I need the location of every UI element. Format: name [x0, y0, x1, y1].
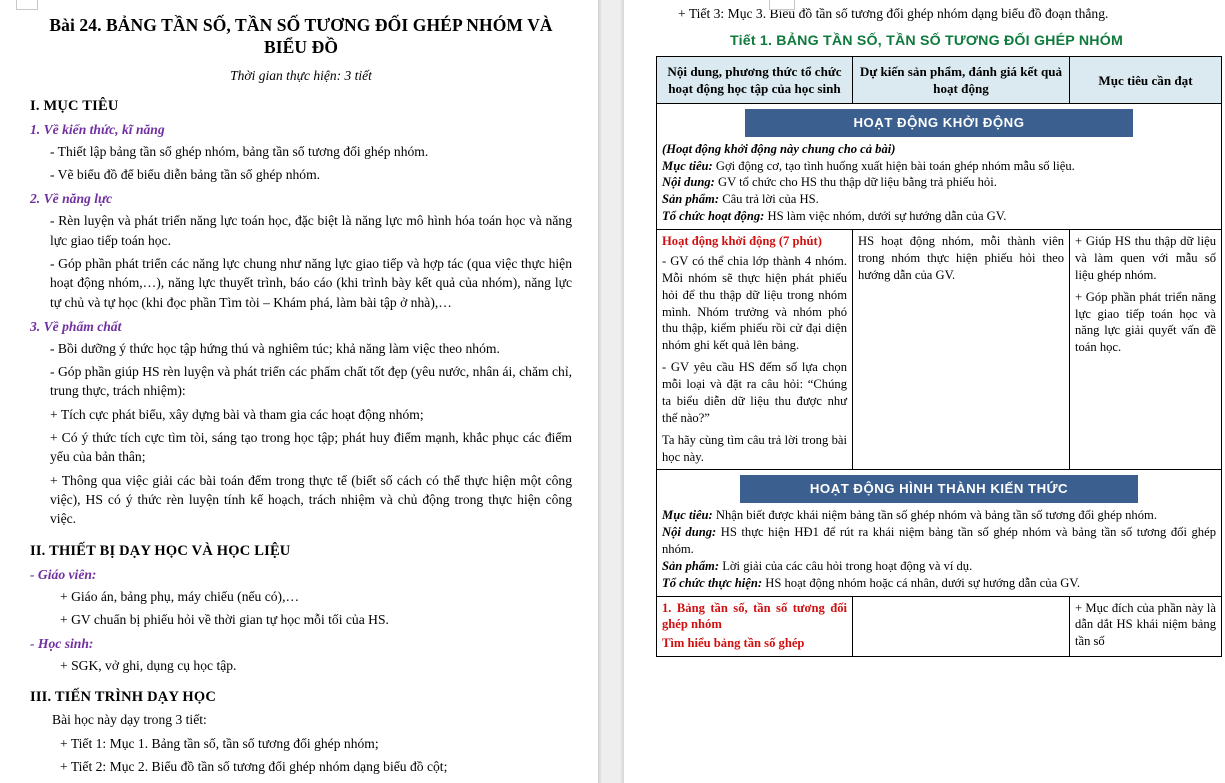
column-header-noi-dung: Nội dung, phương thức tổ chức hoạt động … — [656, 55, 853, 105]
text-paragraph: Ta hãy cùng tìm câu trả lời trong bài họ… — [662, 432, 847, 464]
cell-noi-dung: 1. Bảng tần số, tần số tương đối ghép nh… — [656, 595, 853, 658]
subheading-giao-vien: - Giáo viên: — [30, 566, 97, 582]
meta-text: GV tổ chức cho HS thu thập dữ liệu bằng … — [714, 175, 997, 190]
text-line: + Thông qua việc giải các bài toán đếm t… — [50, 472, 572, 527]
meta-label: Sản phẩm: — [662, 192, 720, 207]
meta-label: Tổ chức hoạt động: — [662, 209, 765, 224]
subheading-hoc-sinh: - Học sinh: — [30, 636, 94, 652]
text-line: + Tiết 1: Mục 1. Bảng tần số, tần số tươ… — [60, 735, 379, 751]
activity-subtitle: Hoạt động khởi động (7 phút) — [662, 234, 822, 249]
text-line: Bài học này dạy trong 3 tiết: — [52, 712, 207, 728]
cell-san-pham: HS hoạt động nhóm, mỗi thành viên trong … — [852, 229, 1070, 471]
activity-subtitle: Tìm hiểu bảng tần số ghép — [662, 636, 805, 651]
tiet-title: Tiết 1. BẢNG TẦN SỐ, TẦN SỐ TƯƠNG ĐỐI GH… — [730, 33, 1123, 49]
column-header-muc-tieu: Mục tiêu cần đạt — [1069, 55, 1222, 105]
meta-text: Câu trả lời của HS. — [719, 192, 819, 207]
subheading-kien-thuc: 1. Về kiến thức, kĩ năng — [30, 121, 165, 137]
text-line: - Góp phần phát triển các năng lực chung… — [50, 255, 572, 310]
text-line: + Giáo án, bảng phụ, máy chiếu (nếu có),… — [60, 588, 300, 604]
activity-meta-row: Nội dung: GV tổ chức cho HS thu thập dữ … — [662, 174, 1216, 191]
meta-text: Gợi động cơ, tạo tình huống xuất hiện bà… — [712, 158, 1075, 173]
table-row-activity2-body: 1. Bảng tần số, tần số tương đối ghép nh… — [656, 595, 1222, 658]
meta-text: HS hoạt động nhóm hoặc cá nhân, dưới sự … — [762, 575, 1081, 590]
cell-muc-tieu: + Mục đích của phần này là dẫn dắt HS kh… — [1069, 595, 1222, 658]
meta-label: Sản phẩm: — [662, 558, 720, 573]
meta-label: Tổ chức thực hiện: — [662, 575, 763, 590]
activity-meta-row: Sản phẩm: Lời giải của các câu hỏi trong… — [662, 558, 1216, 575]
table-row-activity1-intro: HOẠT ĐỘNG KHỞI ĐỘNG (Hoạt động khởi động… — [656, 103, 1222, 231]
activity-subtitle: 1. Bảng tần số, tần số tương đối ghép nh… — [662, 600, 847, 632]
document-page-left: Bài 24. BẢNG TẦN SỐ, TẦN SỐ TƯƠNG ĐỐI GH… — [0, 0, 598, 783]
text-line: - Rèn luyện và phát triển năng lực toán … — [50, 213, 572, 248]
meta-text: HS làm việc nhóm, dưới sự hướng dẫn của … — [764, 209, 1007, 224]
meta-label: Mục tiêu: — [662, 158, 713, 173]
text-line: + Tiết 3: Mục 3. Biểu đồ tần số tương đố… — [678, 6, 1109, 21]
meta-label: Nội dung: — [662, 175, 715, 190]
activity-banner-khoi-dong: HOẠT ĐỘNG KHỞI ĐỘNG — [745, 109, 1133, 137]
section-heading-thiet-bi: II. THIẾT BỊ DẠY HỌC VÀ HỌC LIỆU — [30, 542, 291, 559]
page-corner-mark — [769, 0, 795, 10]
meta-label: Mục tiêu: — [662, 508, 713, 523]
text-paragraph: + Giúp HS thu thập dữ liệu và làm quen v… — [1075, 234, 1216, 282]
text-line: + Tiết 2: Mục 2. Biểu đồ tần số tương đố… — [60, 759, 448, 775]
activity-meta-row: Nội dung: HS thực hiện HĐ1 để rút ra khá… — [662, 524, 1216, 558]
activity-meta-row: Sản phẩm: Câu trả lời của HS. — [662, 191, 1216, 208]
meta-text: Nhận biết được khái niệm bảng tần số ghé… — [712, 508, 1157, 523]
activity-meta-row: Mục tiêu: Nhận biết được khái niệm bảng … — [662, 507, 1216, 524]
activity-intro-cell: HOẠT ĐỘNG KHỞI ĐỘNG (Hoạt động khởi động… — [656, 103, 1222, 231]
subheading-nang-luc: 2. Về năng lực — [30, 191, 113, 207]
page-gutter — [598, 0, 624, 783]
meta-text: HS thực hiện HĐ1 để rút ra khái niệm bản… — [662, 525, 1216, 556]
section-heading-tien-trinh: III. TIẾN TRÌNH DẠY HỌC — [30, 689, 217, 706]
page-corner-mark — [16, 0, 38, 10]
subheading-pham-chat: 3. Về phẩm chất — [30, 318, 122, 334]
doc-subtitle: Thời gian thực hiện: 3 tiết — [230, 67, 372, 83]
activity-meta-row: Tổ chức thực hiện: HS hoạt động nhóm hoặ… — [662, 575, 1216, 592]
text-line: + Tích cực phát biểu, xây dựng bài và th… — [50, 406, 424, 422]
page-title: Bài 24. BẢNG TẦN SỐ, TẦN SỐ TƯƠNG ĐỐI GH… — [49, 15, 553, 58]
activity-intro-cell: HOẠT ĐỘNG HÌNH THÀNH KIẾN THỨC Mục tiêu:… — [656, 469, 1222, 597]
cell-noi-dung: Hoạt động khởi động (7 phút) - GV có thể… — [656, 229, 853, 471]
meta-label: Nội dung: — [662, 525, 717, 540]
text-line: + Có ý thức tích cực tìm tòi, sáng tạo t… — [50, 430, 572, 465]
text-paragraph: - GV yêu cầu HS đếm số lựa chọn mỗi loại… — [662, 360, 847, 425]
table-row-activity2-intro: HOẠT ĐỘNG HÌNH THÀNH KIẾN THỨC Mục tiêu:… — [656, 469, 1222, 597]
cell-muc-tieu: + Giúp HS thu thập dữ liệu và làm quen v… — [1069, 229, 1222, 471]
text-line: - Bồi dưỡng ý thức học tập hứng thú và n… — [50, 340, 500, 356]
cell-san-pham — [852, 595, 1070, 658]
column-header-san-pham: Dự kiến sản phẩm, đánh giá kết quả hoạt … — [852, 55, 1070, 105]
section-heading-muc-tieu: I. MỤC TIÊU — [30, 97, 119, 114]
document-page-right: + Tiết 3: Mục 3. Biểu đồ tần số tương đố… — [624, 0, 1225, 783]
lesson-plan-table: Nội dung, phương thức tổ chức hoạt động … — [656, 55, 1222, 658]
activity-note: (Hoạt động khởi động này chung cho cả bà… — [662, 141, 896, 156]
table-row-activity1-body: Hoạt động khởi động (7 phút) - GV có thể… — [656, 229, 1222, 471]
activity-meta-row: Mục tiêu: Gợi động cơ, tạo tình huống xu… — [662, 158, 1216, 175]
activity-banner-hinh-thanh-kien-thuc: HOẠT ĐỘNG HÌNH THÀNH KIẾN THỨC — [739, 475, 1139, 504]
text-line: - Thiết lập bảng tần số ghép nhóm, bảng … — [50, 143, 429, 159]
document-viewer: Bài 24. BẢNG TẦN SỐ, TẦN SỐ TƯƠNG ĐỐI GH… — [0, 0, 1225, 783]
text-line: + GV chuẩn bị phiếu hỏi về thời gian tự … — [60, 611, 389, 627]
text-paragraph: + Góp phần phát triển năng lực giao tiếp… — [1075, 289, 1216, 355]
text-paragraph: - GV có thể chia lớp thành 4 nhóm. Mỗi n… — [662, 253, 847, 353]
meta-text: Lời giải của các câu hỏi trong hoạt động… — [719, 558, 973, 573]
text-line: - Góp phần giúp HS rèn luyện và phát tri… — [50, 364, 572, 399]
activity-meta-row: Tổ chức hoạt động: HS làm việc nhóm, dướ… — [662, 208, 1216, 225]
text-line: - Vẽ biểu đồ để biểu diễn bảng tần số gh… — [50, 167, 321, 183]
table-header-row: Nội dung, phương thức tổ chức hoạt động … — [656, 55, 1222, 105]
text-line: + SGK, vở ghi, dụng cụ học tập. — [60, 658, 237, 674]
